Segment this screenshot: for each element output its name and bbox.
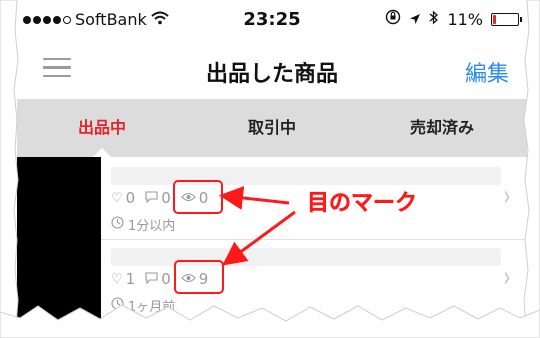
- torn-edge-decoration: [0, 0, 540, 338]
